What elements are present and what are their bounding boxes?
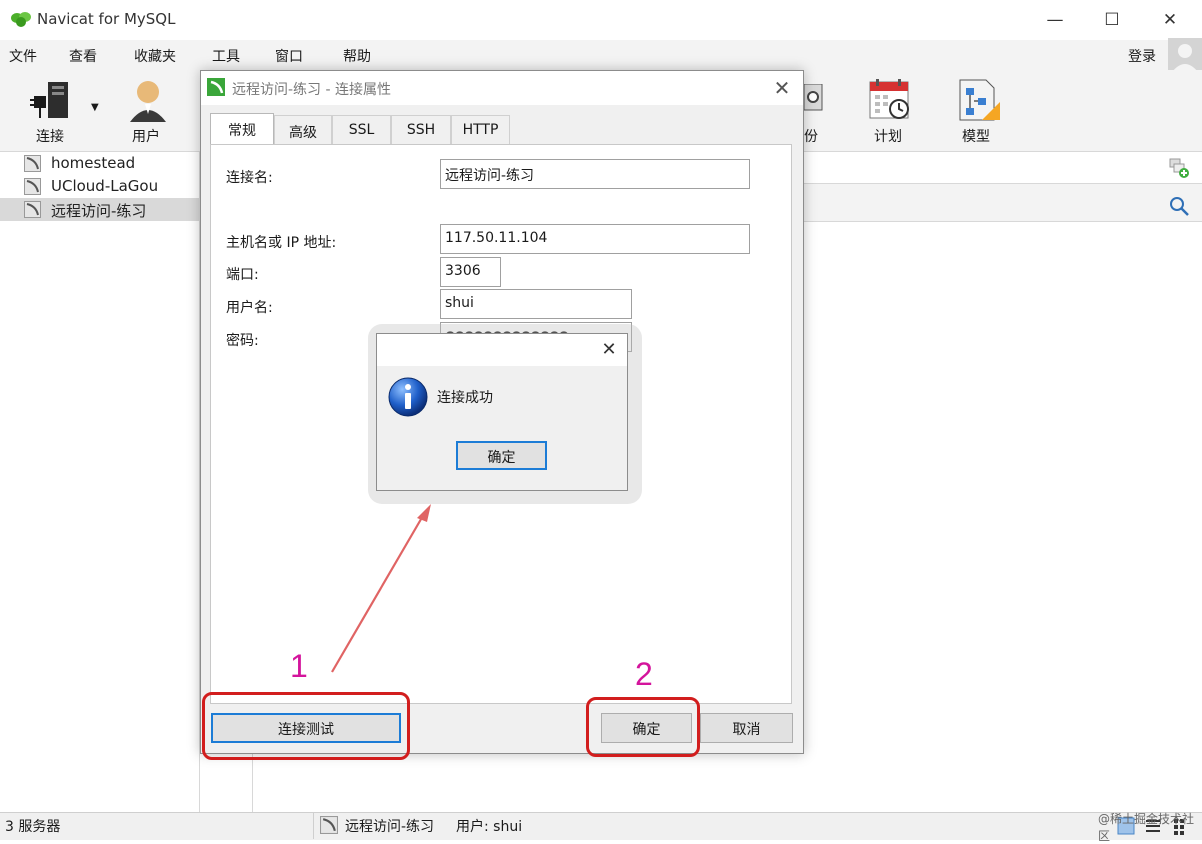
user-silhouette-icon bbox=[1172, 44, 1198, 72]
tab-http[interactable]: HTTP bbox=[451, 115, 510, 145]
username-input[interactable]: shui bbox=[440, 289, 632, 319]
connect-label: 连接 bbox=[36, 129, 64, 145]
mysql-connection-icon bbox=[24, 155, 41, 172]
backup-toolbar-button[interactable]: 份 bbox=[804, 76, 834, 146]
status-divider bbox=[313, 813, 314, 839]
port-label: 端口: bbox=[226, 267, 259, 283]
host-input[interactable]: 117.50.11.104 bbox=[440, 224, 750, 254]
tab-ssl[interactable]: SSL bbox=[332, 115, 391, 145]
dialog-close-button[interactable]: ✕ bbox=[769, 75, 795, 101]
message-text: 连接成功 bbox=[437, 390, 493, 406]
menu-file[interactable]: 文件 bbox=[9, 46, 37, 66]
menu-favorites[interactable]: 收藏夹 bbox=[134, 46, 176, 66]
connection-name-input[interactable]: 远程访问-练习 bbox=[440, 159, 750, 189]
minimize-button[interactable]: — bbox=[1040, 8, 1070, 32]
status-user: 用户: shui bbox=[456, 819, 523, 835]
menu-bar bbox=[0, 40, 1202, 70]
annotation-box-test-button bbox=[202, 692, 410, 760]
status-bar bbox=[0, 812, 1202, 840]
schedule-toolbar-button[interactable]: 计划 bbox=[862, 76, 918, 146]
connection-item-selected[interactable]: 远程访问-练习 bbox=[0, 198, 200, 221]
connection-tree bbox=[0, 152, 200, 812]
model-toolbar-button[interactable]: 模型 bbox=[950, 76, 1006, 146]
menu-view[interactable]: 查看 bbox=[69, 46, 97, 66]
connection-label: homestead bbox=[51, 154, 136, 172]
watermark: @稀土掘金技术社区 bbox=[1098, 812, 1195, 843]
server-count: 3 服务器 bbox=[5, 819, 61, 835]
message-title-bar bbox=[377, 334, 627, 366]
schedule-label: 计划 bbox=[874, 129, 902, 145]
menu-tools[interactable]: 工具 bbox=[212, 46, 240, 66]
title-bar bbox=[0, 0, 1202, 40]
tab-ssh[interactable]: SSH bbox=[391, 115, 451, 145]
backup-label: 份 bbox=[804, 129, 818, 145]
user-icon bbox=[130, 81, 166, 122]
connection-label: 远程访问-练习 bbox=[51, 202, 147, 220]
close-window-button[interactable]: ✕ bbox=[1155, 8, 1185, 32]
tab-general[interactable]: 常规 bbox=[210, 113, 274, 145]
search-icon[interactable] bbox=[1168, 195, 1190, 217]
annotation-number-1: 1 bbox=[290, 648, 308, 684]
menu-window[interactable]: 窗口 bbox=[275, 46, 303, 66]
user-toolbar-button[interactable]: 用户 bbox=[118, 76, 178, 146]
tab-advanced[interactable]: 高级 bbox=[274, 115, 332, 145]
dialog-cancel-button[interactable]: 取消 bbox=[700, 713, 793, 743]
connection-name-label: 连接名: bbox=[226, 170, 273, 186]
info-icon bbox=[388, 377, 428, 417]
divider bbox=[252, 754, 253, 812]
backup-icon bbox=[804, 84, 823, 111]
maximize-button[interactable]: ☐ bbox=[1097, 8, 1127, 32]
mysql-connection-icon bbox=[24, 178, 41, 195]
plug-server-icon bbox=[30, 82, 68, 118]
new-object-icon[interactable] bbox=[1168, 157, 1190, 179]
annotation-box-ok-button bbox=[586, 697, 700, 757]
dropdown-arrow-icon[interactable]: ▼ bbox=[91, 102, 99, 113]
password-label: 密码: bbox=[226, 333, 259, 349]
message-close-button[interactable]: ✕ bbox=[597, 338, 621, 362]
app-title: Navicat for MySQL bbox=[37, 10, 176, 28]
mysql-connection-icon bbox=[320, 816, 338, 834]
annotation-number-2: 2 bbox=[635, 656, 653, 692]
mysql-connection-icon bbox=[24, 201, 41, 218]
calendar-clock-icon bbox=[869, 79, 909, 119]
connection-label: UCloud-LaGou bbox=[51, 177, 159, 195]
avatar[interactable] bbox=[1168, 38, 1202, 72]
host-label: 主机名或 IP 地址: bbox=[226, 235, 337, 251]
connection-item[interactable]: UCloud-LaGou bbox=[0, 175, 200, 198]
success-message-box: ✕ 连接成功 确定 bbox=[376, 333, 628, 491]
connection-item[interactable]: homestead bbox=[0, 152, 200, 175]
menu-help[interactable]: 帮助 bbox=[343, 46, 371, 66]
user-label: 用户 bbox=[132, 129, 160, 145]
model-label: 模型 bbox=[962, 129, 990, 145]
navicat-logo-icon bbox=[11, 12, 31, 27]
login-link[interactable]: 登录 bbox=[1128, 46, 1156, 66]
annotation-arrow bbox=[331, 504, 431, 673]
model-icon bbox=[959, 79, 1000, 121]
status-connection: 远程访问-练习 bbox=[345, 819, 435, 835]
username-label: 用户名: bbox=[226, 300, 273, 316]
port-input[interactable]: 3306 bbox=[440, 257, 501, 287]
dialog-title: 远程访问-练习 - 连接属性 bbox=[232, 82, 392, 98]
connect-toolbar-button[interactable]: ▼ 连接 bbox=[28, 76, 108, 146]
message-ok-button[interactable]: 确定 bbox=[456, 441, 547, 470]
mysql-connection-icon bbox=[207, 78, 225, 96]
